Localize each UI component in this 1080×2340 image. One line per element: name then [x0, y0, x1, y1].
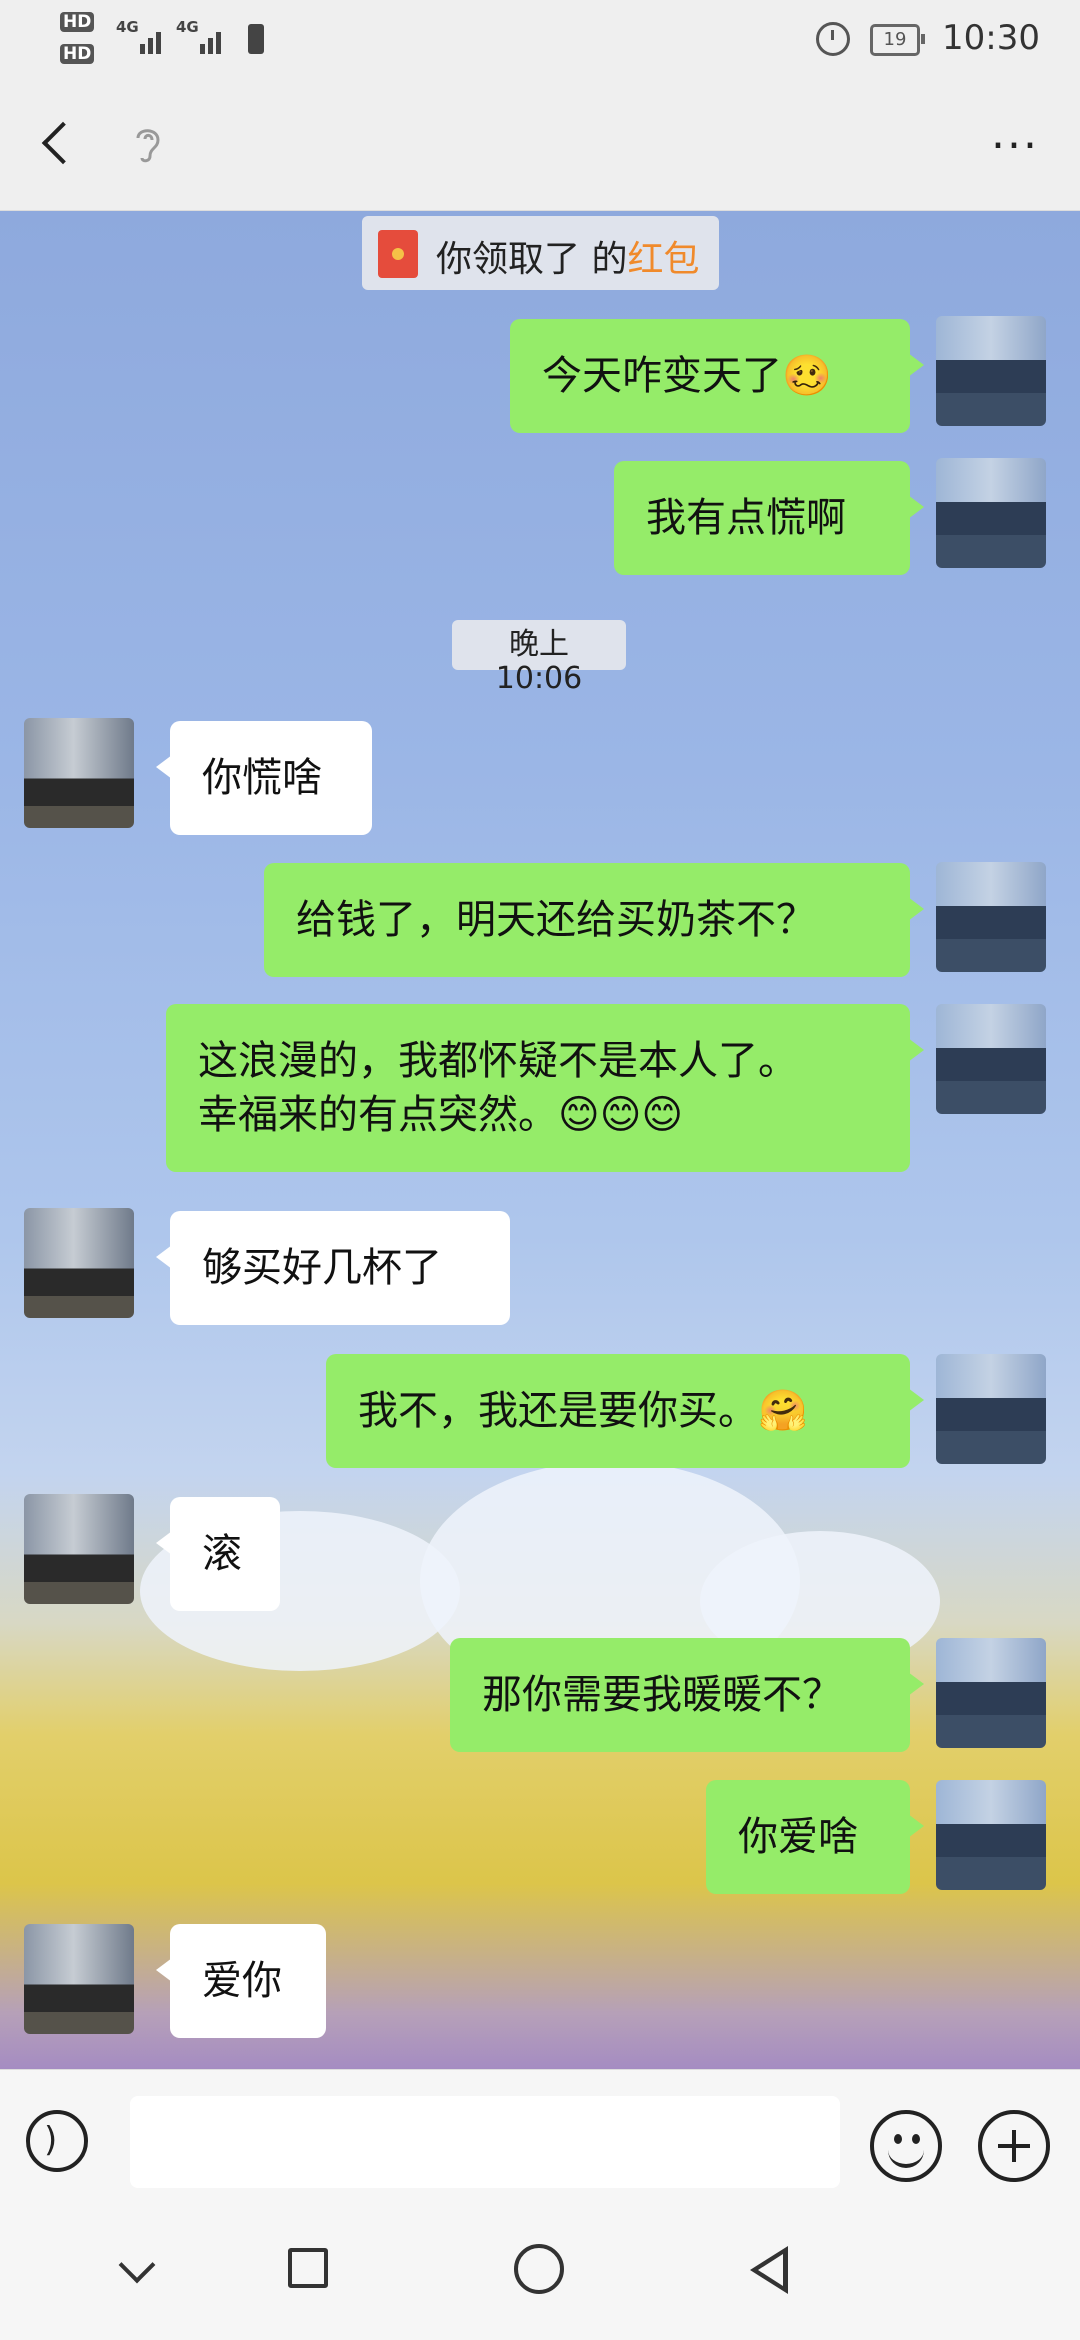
message-input[interactable]	[130, 2096, 840, 2188]
plus-icon[interactable]	[978, 2110, 1050, 2182]
my-avatar[interactable]	[936, 458, 1046, 568]
emoji-eye	[912, 2134, 920, 2144]
my-avatar[interactable]	[936, 1780, 1046, 1890]
system-nav-bar	[0, 2206, 1080, 2340]
my-avatar[interactable]	[936, 862, 1046, 972]
voice-icon[interactable]	[26, 2110, 88, 2172]
hd-badge-1: HD	[60, 12, 95, 32]
status-time: 10:30	[942, 18, 1040, 58]
message-bubble-sent[interactable]: 你爱啥	[706, 1780, 924, 1894]
hd-badge-2: HD	[60, 44, 95, 64]
message-bubble-sent[interactable]: 我有点慌啊	[614, 461, 924, 575]
chat-title-bar: ...	[0, 78, 1080, 211]
signal-bar-icon	[140, 44, 145, 54]
network-type-2: 4G	[176, 18, 199, 36]
message-bubble-received[interactable]: 你慌啥	[156, 721, 372, 835]
network-type-1: 4G	[116, 18, 139, 36]
timestamp: 晚上10:06	[452, 620, 626, 696]
signal-bar-icon	[216, 32, 221, 54]
my-avatar[interactable]	[936, 316, 1046, 426]
emoji-icon[interactable]	[870, 2110, 942, 2182]
battery-icon: 19	[870, 24, 925, 56]
emoji-mouth	[888, 2144, 924, 2168]
red-packet-notice[interactable]: 你领取了 的红包	[362, 216, 720, 290]
red-packet-link[interactable]: 红包	[627, 239, 699, 280]
chevron-down-icon[interactable]	[110, 2240, 170, 2300]
message-bubble-sent[interactable]: 给钱了，明天还给买奶茶不？	[264, 863, 924, 977]
contact-avatar[interactable]	[24, 718, 134, 828]
back-triangle-icon[interactable]	[740, 2240, 800, 2300]
signal-bar-icon	[156, 32, 161, 54]
signal-bar-icon	[148, 38, 153, 54]
chat-area[interactable]: 你领取了 的红包 晚上10:06 今天咋变天了🥴 我有点慌啊 你慌啥 给钱了，明…	[0, 211, 1080, 2069]
message-bubble-received[interactable]: 爱你	[156, 1924, 326, 2038]
home-icon[interactable]	[510, 2240, 570, 2300]
message-bubble-sent[interactable]: 今天咋变天了🥴	[510, 319, 924, 433]
sim-icon	[248, 24, 264, 54]
contact-avatar[interactable]	[24, 1494, 134, 1604]
message-bubble-sent[interactable]: 我不，我还是要你买。🤗	[326, 1354, 924, 1468]
message-bubble-received[interactable]: 够买好几杯了	[156, 1211, 510, 1325]
message-bubble-sent[interactable]: 那你需要我暖暖不？	[450, 1638, 924, 1752]
contact-avatar[interactable]	[24, 1208, 134, 1318]
red-packet-icon	[378, 230, 418, 278]
more-options-button[interactable]: ...	[980, 112, 1050, 174]
ear-icon[interactable]	[130, 122, 166, 166]
my-avatar[interactable]	[936, 1354, 1046, 1464]
signal-bar-icon	[200, 44, 205, 54]
recent-apps-icon[interactable]	[280, 2240, 340, 2300]
signal-bar-icon	[208, 38, 213, 54]
my-avatar[interactable]	[936, 1004, 1046, 1114]
red-packet-text: 你领取了 的	[436, 239, 628, 280]
contact-avatar[interactable]	[24, 1924, 134, 2034]
message-bubble-received[interactable]: 滚	[156, 1497, 280, 1611]
emoji-eye	[894, 2134, 902, 2144]
alarm-icon	[816, 22, 850, 56]
message-bubble-sent[interactable]: 这浪漫的，我都怀疑不是本人了。 幸福来的有点突然。😊😊😊	[166, 1004, 924, 1172]
back-arrow-icon[interactable]	[30, 118, 90, 178]
status-bar: HD HD 4G 4G 19 10:30	[0, 0, 1080, 78]
my-avatar[interactable]	[936, 1638, 1046, 1748]
input-bar	[0, 2069, 1080, 2207]
